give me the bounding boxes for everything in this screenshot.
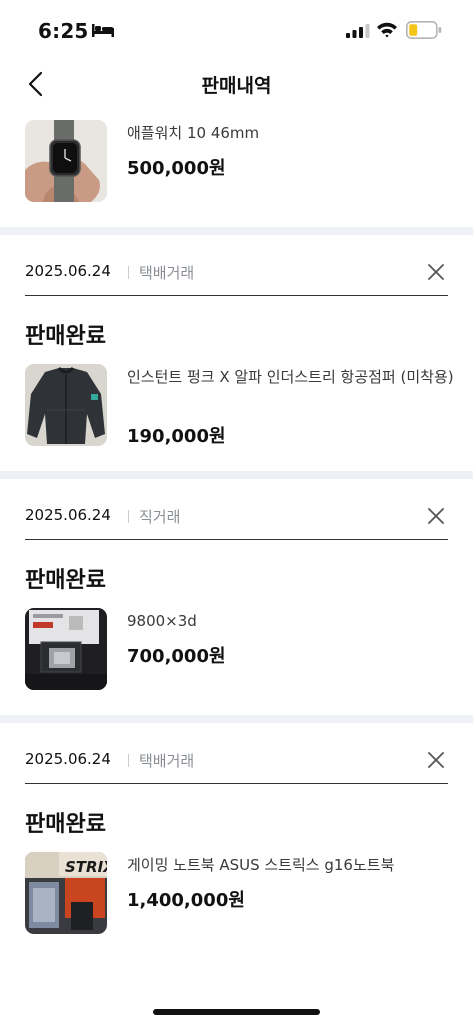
delete-button[interactable] [424,260,448,284]
separator [128,510,129,523]
list-item[interactable]: 애플워치 10 46mm 500,000원 [25,120,455,204]
section-divider [0,471,473,479]
home-indicator[interactable] [153,1009,320,1015]
wifi-icon [377,22,397,38]
page-title: 판매내역 [201,75,272,97]
separator [128,754,129,767]
product-thumbnail [25,608,107,690]
product-name: 9800×3d [127,612,197,630]
sale-status: 판매완료 [25,324,106,349]
section-divider [0,715,473,723]
product-thumbnail: STRIX [25,852,107,934]
product-price: 700,000원 [127,646,226,667]
card-divider [25,295,448,296]
trade-date: 2025.06.24 [25,262,111,280]
close-icon [428,752,444,768]
thumb-text: STRIX [65,858,107,876]
trade-type: 택배거래 [139,752,195,770]
product-thumbnail [25,120,107,202]
product-name: 게이밍 노트북 ASUS 스트릭스 g16노트북 [127,856,395,874]
list-item[interactable]: 9800×3d 700,000원 [25,608,455,692]
battery-icon [406,21,442,39]
list-item[interactable]: 인스턴트 펑크 X 알파 인더스트리 항공점퍼 (미착용) 190,000원 [25,364,455,448]
nav-bar: 판매내역 [0,58,473,110]
trade-date: 2025.06.24 [25,750,111,768]
bed-icon [92,24,114,37]
sale-status: 판매완료 [25,568,106,593]
product-thumbnail [25,364,107,446]
product-name: 애플워치 10 46mm [127,124,260,142]
separator [128,266,129,279]
list-item[interactable]: STRIX 게이밍 노트북 ASUS 스트릭스 g16노트북 1,400,000… [25,852,455,936]
product-price: 500,000원 [127,158,226,179]
status-time: 6:25 [38,19,89,43]
section-divider [0,227,473,235]
card-header: 2025.06.24 직거래 [25,504,448,528]
trade-date: 2025.06.24 [25,506,111,524]
signal-icon [346,24,370,38]
close-icon [428,264,444,280]
card-divider [25,783,448,784]
close-icon [428,508,444,524]
sale-status: 판매완료 [25,812,106,837]
trade-type: 택배거래 [139,264,195,282]
delete-button[interactable] [424,504,448,528]
status-bar: 6:25 [0,0,473,58]
card-header: 2025.06.24 택배거래 [25,748,448,772]
product-name: 인스턴트 펑크 X 알파 인더스트리 항공점퍼 (미착용) [127,368,454,386]
trade-type: 직거래 [139,508,181,526]
product-price: 190,000원 [127,426,226,447]
product-price: 1,400,000원 [127,890,245,911]
delete-button[interactable] [424,748,448,772]
card-header: 2025.06.24 택배거래 [25,260,448,284]
card-divider [25,539,448,540]
